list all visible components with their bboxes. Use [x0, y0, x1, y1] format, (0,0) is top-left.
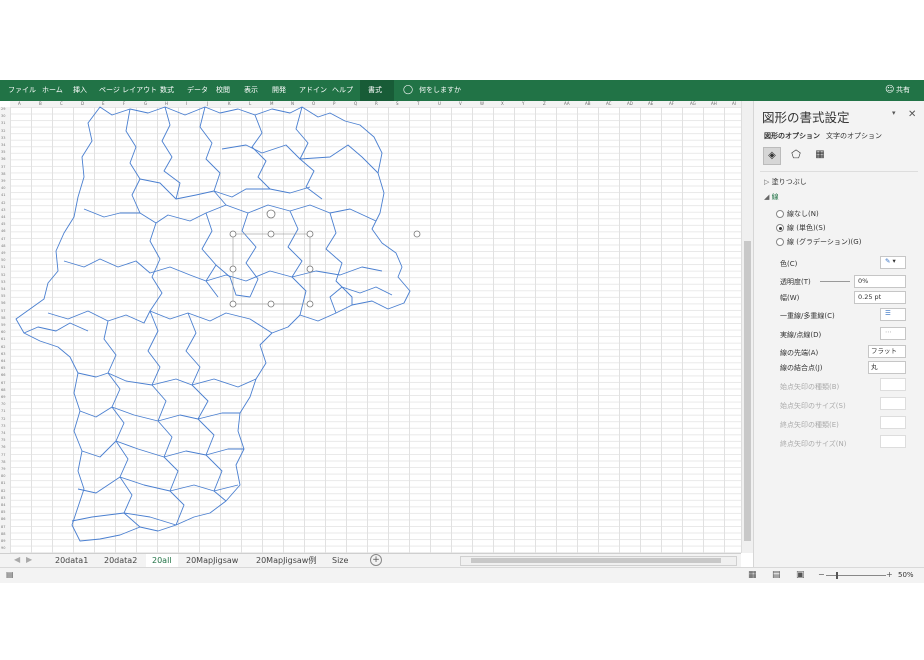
divider [760, 171, 918, 172]
join-value: 丸 [871, 363, 878, 371]
compound-line-icon: ☰ [885, 309, 891, 317]
color-picker-button[interactable]: ✎ ▾ [880, 256, 906, 269]
horizontal-scrollbar[interactable] [460, 556, 737, 566]
zoom-in-icon[interactable]: + [886, 570, 893, 579]
dash-line-icon: ⋯ [885, 328, 892, 336]
tab-home[interactable]: ホーム [42, 85, 63, 95]
person-icon: ☺ [885, 85, 895, 95]
fill-line-icon[interactable]: ◈ [763, 147, 781, 165]
fill-section-label: 塗りつぶし [771, 178, 807, 186]
tab-formulas[interactable]: 数式 [160, 85, 174, 95]
transparency-label: 透明度(T) [780, 278, 811, 286]
share-button[interactable]: 共有 [896, 85, 910, 95]
normal-view-icon[interactable]: ▦ [748, 570, 757, 580]
transparency-input[interactable]: 0% [854, 275, 906, 288]
end-arrow-type-button[interactable] [880, 416, 906, 429]
end-arrow-size-button[interactable] [880, 435, 906, 448]
dropdown-arrow-icon: ▾ [892, 257, 896, 265]
radio-selected-icon[interactable] [776, 224, 784, 232]
radio-gradient-line[interactable]: 線 (グラデーション)(G) [776, 237, 861, 247]
tab-text-options[interactable]: 文字のオプション [826, 131, 882, 141]
tab-developer[interactable]: 開発 [272, 85, 286, 95]
chevron-right-icon: ▷ [764, 178, 770, 186]
width-input[interactable]: 0.25 pt [854, 291, 906, 304]
radio-icon[interactable] [776, 238, 784, 246]
compound-type-button[interactable]: ☰ [880, 308, 906, 321]
pane-title: 図形の書式設定 [762, 110, 850, 125]
cap-label: 線の先端(A) [780, 349, 819, 357]
sheet-tab-20mapjigsaw-example[interactable]: 20MapJigsaw例 [256, 554, 316, 567]
color-label: 色(C) [780, 260, 798, 268]
tab-view[interactable]: 表示 [244, 85, 258, 95]
radio-no-line-label: 線なし(N) [787, 210, 819, 218]
sheet-tab-20mapjigsaw[interactable]: 20MapJigsaw [186, 554, 238, 567]
chevron-down-icon: ◢ [764, 193, 770, 201]
zoom-out-icon[interactable]: − [818, 570, 825, 579]
tell-me-search[interactable]: 何をしますか [419, 85, 461, 95]
ribbon-bar: ファイル ホーム 挿入 ページ レイアウト 数式 データ 校閲 表示 開発 アド… [0, 80, 924, 101]
begin-arrow-size-label: 始点矢印のサイズ(S) [780, 402, 846, 410]
map-outline-shape[interactable] [0, 101, 741, 553]
end-arrow-type-label: 終点矢印の種類(E) [780, 421, 839, 429]
zoom-level[interactable]: 50% [898, 571, 914, 579]
compound-label: 一重線/多重線(C) [780, 312, 835, 320]
fill-section-header[interactable]: ▷ 塗りつぶし [764, 177, 807, 187]
lightbulb-icon: ◯ [403, 85, 414, 95]
tab-file[interactable]: ファイル [8, 85, 36, 95]
tab-page-layout[interactable]: ページ レイアウト [99, 85, 157, 95]
dash-label: 実線/点線(D) [780, 331, 822, 339]
transparency-value: 0% [858, 277, 869, 285]
scroll-tabs-right-icon[interactable]: ▶ [26, 555, 32, 564]
width-value: 0.25 pt [858, 293, 882, 301]
sheet-tab-20data1[interactable]: 20data1 [55, 554, 88, 567]
begin-arrow-type-label: 始点矢印の種類(B) [780, 383, 840, 391]
join-type-select[interactable]: 丸 [868, 361, 906, 374]
cap-type-select[interactable]: フラット [868, 345, 906, 358]
width-label: 幅(W) [780, 294, 800, 302]
effects-icon[interactable]: ⬠ [788, 147, 804, 163]
macro-record-icon[interactable]: ▤ [6, 570, 14, 579]
size-properties-icon[interactable]: ▦ [812, 147, 828, 163]
tab-addins[interactable]: アドイン [299, 85, 327, 95]
cap-value: フラット [871, 347, 897, 355]
page-layout-view-icon[interactable]: ▤ [772, 570, 781, 580]
pane-options-dropdown-icon[interactable]: ▾ [892, 109, 896, 117]
begin-arrow-size-button[interactable] [880, 397, 906, 410]
vertical-scroll-thumb[interactable] [744, 241, 751, 541]
end-arrow-size-label: 終点矢印のサイズ(N) [780, 440, 847, 448]
radio-icon[interactable] [776, 210, 784, 218]
radio-gradient-line-label: 線 (グラデーション)(G) [787, 238, 862, 246]
radio-solid-line[interactable]: 線 (単色)(S) [776, 223, 826, 233]
close-icon[interactable]: ✕ [908, 109, 916, 120]
tab-format[interactable]: 書式 [368, 85, 382, 95]
scroll-tabs-left-icon[interactable]: ◀ [14, 555, 20, 564]
join-label: 線の結合点(J) [780, 364, 823, 372]
zoom-slider[interactable] [826, 575, 886, 576]
zoom-slider-thumb[interactable] [836, 572, 838, 579]
dash-type-button[interactable]: ⋯ [880, 327, 906, 340]
sheet-tab-20data2[interactable]: 20data2 [104, 554, 137, 567]
tab-review[interactable]: 校閲 [216, 85, 230, 95]
begin-arrow-type-button[interactable] [880, 378, 906, 391]
radio-solid-line-label: 線 (単色)(S) [787, 224, 826, 232]
page-break-view-icon[interactable]: ▣ [796, 570, 805, 580]
line-section-header[interactable]: ◢ 線 [764, 192, 779, 202]
tab-shape-options[interactable]: 図形のオプション [764, 131, 820, 141]
sheet-tab-size[interactable]: Size [332, 554, 348, 567]
horizontal-scroll-thumb[interactable] [471, 558, 721, 563]
tab-insert[interactable]: 挿入 [73, 85, 87, 95]
tab-data[interactable]: データ [187, 85, 208, 95]
add-sheet-icon[interactable]: + [370, 554, 382, 566]
pen-color-icon: ✎ [885, 257, 891, 265]
status-bar: ▤ ▦ ▤ ▣ − + 50% [0, 567, 924, 583]
worksheet[interactable]: A B C D E F G H I J K L M N O P Q R S T U V W X Y Z AA AB AC AD AE AF AG… [0, 101, 741, 553]
tab-help[interactable]: ヘルプ [332, 85, 353, 95]
format-shape-pane: 図形の書式設定 ▾ ✕ 図形のオプション 文字のオプション ◈ ⬠ ▦ ▷ 塗り… [753, 101, 924, 567]
line-section-label: 線 [771, 193, 779, 201]
radio-no-line[interactable]: 線なし(N) [776, 209, 819, 219]
transparency-slider[interactable] [820, 281, 850, 282]
